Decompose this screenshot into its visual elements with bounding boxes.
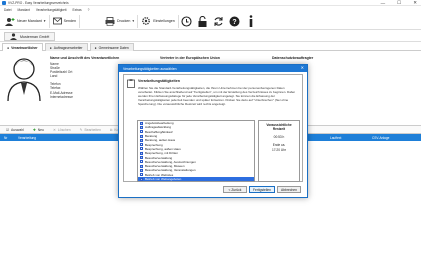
avatar <box>7 58 41 101</box>
checkbox-checked-icon[interactable] <box>140 121 144 125</box>
info-icon <box>249 15 253 27</box>
group-icon: ● <box>94 45 97 50</box>
end-label: Ende ca. <box>272 142 286 147</box>
sync-icon <box>214 16 223 26</box>
back-button[interactable]: < Zurück <box>223 186 247 193</box>
app-icon <box>2 1 6 5</box>
dialog-title-bar: Verarbeitungstätigkeiten auswählen <box>119 65 307 72</box>
help-button[interactable]: ? <box>227 14 243 29</box>
new-client-button[interactable]: Neuer Mandant ▾ <box>2 14 50 28</box>
checkbox-checked-icon[interactable] <box>140 147 144 151</box>
maximize-button[interactable]: ☐ <box>397 0 401 6</box>
edit-button[interactable]: ✎ Bearbeiten <box>77 128 104 132</box>
eu-representative-heading: Vertreter in der Europäischen Union <box>160 56 220 60</box>
checkbox-checked-icon[interactable] <box>140 134 144 138</box>
checkbox-checked-icon[interactable] <box>140 130 144 134</box>
menu-help[interactable]: ? <box>88 8 90 12</box>
menu-extras[interactable]: Extras <box>73 8 82 12</box>
history-button[interactable] <box>179 14 195 29</box>
clipboard-icon <box>127 79 135 88</box>
checkbox-checked-icon[interactable] <box>140 164 144 168</box>
gear-icon <box>142 17 151 25</box>
print-button[interactable]: Drucken ▾ <box>102 14 139 28</box>
cancel-button[interactable]: Abbrechen <box>277 186 301 193</box>
dialog-instructions: Wählen Sie die Standard-Verarbeitungstät… <box>138 86 295 106</box>
send-button[interactable]: Senden <box>50 14 80 28</box>
checkbox-checked-icon[interactable] <box>140 125 144 129</box>
finish-button[interactable]: Fertigstellen <box>249 186 275 193</box>
client-selector[interactable]: Musterman GmbH <box>4 32 56 41</box>
menu-bar: Datei Mandant Verarbeitungstätigkeit Ext… <box>0 7 421 12</box>
controller-heading: Name und Anschrift des Verantwortlichen <box>50 56 120 60</box>
selection-dialog: Verarbeitungstätigkeiten auswählen ✕ Ver… <box>118 64 308 198</box>
question-icon: ? <box>229 16 240 26</box>
mail-icon <box>52 17 62 25</box>
user-icon: ● <box>7 45 10 50</box>
tab-verantwortlicher[interactable]: ● Verantwortlicher <box>2 43 43 51</box>
tab-auftragsverarbeiter[interactable]: ● Auftragsverarbeiter <box>44 43 88 51</box>
column-header-verarbeitung[interactable]: Verarbeitung <box>18 136 36 140</box>
user-icon <box>10 33 17 40</box>
lock-button[interactable] <box>195 14 211 29</box>
title-bar: VVZ-PRO - Easy Verarbeitungsverzeichnis … <box>0 0 421 6</box>
settings-button[interactable]: Einstellungen <box>138 14 179 28</box>
window-title: VVZ-PRO - Easy Verarbeitungsverzeichnis <box>8 1 69 5</box>
history-icon <box>181 15 192 27</box>
checkbox-checked-icon[interactable] <box>140 168 144 172</box>
checkbox-checked-icon[interactable] <box>140 151 144 155</box>
info-button[interactable] <box>243 14 259 29</box>
menu-verarbeitung[interactable]: Verarbeitungstätigkeit <box>36 8 67 12</box>
new-button[interactable]: ✚ Neu <box>30 128 47 132</box>
printer-icon <box>105 16 115 26</box>
dialog-close-button[interactable]: ✕ <box>301 65 304 70</box>
copy-icon: ⧉ <box>109 127 113 132</box>
activity-list-item[interactable]: Betrieb von Webangeboten <box>138 176 254 181</box>
plus-icon: ✚ <box>32 127 36 132</box>
checkbox-checked-icon[interactable] <box>140 160 144 164</box>
activity-label: Betrieb von Webangeboten <box>145 177 182 181</box>
column-header-anlage[interactable]: CSV-Anlage <box>372 136 389 140</box>
dialog-heading: Verarbeitungstätigkeiten <box>138 79 180 83</box>
edit-icon: ✎ <box>79 127 83 132</box>
select-button[interactable]: ☑ Auswahl <box>3 128 27 132</box>
remaining-time-value: 00:53 h <box>273 134 285 139</box>
tab-gemeinsame-daten[interactable]: ● Gemeinsame Daten <box>89 43 134 51</box>
checkbox-checked-icon[interactable] <box>140 173 144 177</box>
remaining-time-label: Voraussichtliche Restzeit <box>266 123 292 131</box>
column-header-lauftext[interactable]: Lauftext <box>330 136 341 140</box>
remaining-time-panel: Voraussichtliche Restzeit 00:53 h Ende c… <box>258 120 300 182</box>
menu-datei[interactable]: Datei <box>4 8 11 12</box>
chevron-down-icon: ▾ <box>132 19 135 23</box>
minimize-button[interactable]: — <box>381 1 386 6</box>
end-time-value: 17:20 Uhr <box>272 147 286 152</box>
menu-mandant[interactable]: Mandant <box>17 8 29 12</box>
sync-button[interactable] <box>211 14 227 29</box>
activity-checklist[interactable]: AngebotsbearbeitungAuftragsabwicklungBes… <box>137 120 255 182</box>
delete-button[interactable]: ✕ Löschen <box>50 128 74 132</box>
delete-icon: ✕ <box>52 127 56 132</box>
lock-icon <box>198 15 207 27</box>
close-button[interactable]: ✕ <box>413 0 417 6</box>
checkbox-checked-icon[interactable] <box>140 177 144 181</box>
add-user-icon <box>5 17 15 26</box>
controller-fields: Name Straße Postleitzahl Ort Land Telefo… <box>50 62 73 99</box>
chevron-down-icon: ▾ <box>43 19 46 23</box>
checkbox-checked-icon[interactable] <box>140 138 144 142</box>
toolbar: Neuer Mandant ▾ Senden Drucken ▾ Einstel… <box>0 13 421 30</box>
column-header-nr[interactable]: Nr <box>4 136 7 140</box>
user-icon: ● <box>49 45 52 50</box>
checkbox-checked-icon[interactable] <box>140 155 144 159</box>
dialog-body: Verarbeitungstätigkeiten Wählen Sie die … <box>123 74 303 182</box>
tab-bar: ● Verantwortlicher ● Auftragsverarbeiter ●… <box>0 43 421 51</box>
client-bar: Musterman GmbH <box>0 31 421 42</box>
svg-text:?: ? <box>233 19 237 26</box>
checkbox-checked-icon[interactable] <box>140 143 144 147</box>
dialog-title: Verarbeitungstätigkeiten auswählen <box>123 66 177 71</box>
dpo-heading: Datenschutzbeauftragter <box>272 56 314 60</box>
checklist-icon: ☑ <box>6 127 10 132</box>
